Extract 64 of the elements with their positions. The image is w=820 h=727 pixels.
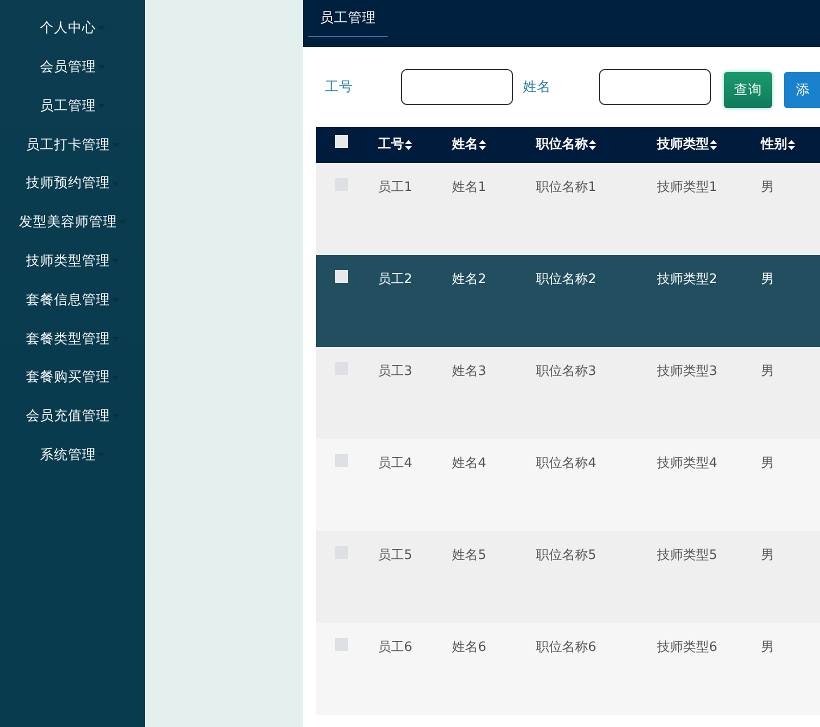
table-cell: 姓名6: [452, 640, 486, 655]
table-cell: 员工4: [378, 456, 412, 471]
table-cell: 职位名称6: [536, 640, 596, 655]
input-field[interactable]: [599, 69, 711, 105]
table-cell: 男: [761, 456, 774, 471]
highlighted-row[interactable]: 员工2 姓名2 职位名称2 技师类型2 男: [316, 255, 820, 347]
table-cell: 技师类型3: [657, 364, 718, 379]
menu-item[interactable]: 系统管理: [40, 445, 96, 466]
search-button[interactable]: 查询: [724, 72, 772, 108]
table-cell: 员工6: [378, 640, 412, 655]
column-header[interactable]: 姓名: [452, 135, 478, 155]
menu-item[interactable]: 发型美容师管理: [19, 212, 117, 232]
table-cell: 员工2: [378, 272, 412, 287]
table-cell: 姓名1: [452, 180, 486, 195]
column-header[interactable]: 职位名称: [536, 135, 588, 155]
column-header[interactable]: 工号: [378, 135, 404, 155]
table-cell: 技师类型1: [657, 180, 718, 195]
table-cell: 技师类型5: [657, 548, 718, 563]
table-cell: 男: [761, 364, 774, 379]
table-cell: 员工1: [378, 180, 412, 195]
field-label: 姓名: [523, 78, 551, 97]
table-cell: 技师类型2: [657, 272, 718, 287]
checkbox[interactable]: [335, 270, 348, 283]
sort-icon[interactable]: [788, 140, 795, 150]
table-cell: 职位名称4: [536, 456, 596, 471]
sort-icon[interactable]: [405, 140, 412, 150]
column-header[interactable]: 技师类型: [657, 135, 709, 155]
menu-item[interactable]: 个人中心: [40, 18, 96, 39]
table-cell: 员工3: [378, 364, 412, 379]
table-cell: 姓名5: [452, 548, 486, 563]
table-cell: 职位名称3: [536, 364, 596, 379]
sort-icon[interactable]: [589, 140, 596, 150]
table-cell: 职位名称5: [536, 548, 596, 563]
table-cell: 男: [761, 272, 774, 287]
input-field[interactable]: [401, 69, 513, 105]
table-cell: 职位名称2: [536, 272, 596, 287]
table-cell: 姓名2: [452, 272, 486, 287]
menu-item[interactable]: 员工管理: [40, 96, 96, 116]
sort-icon[interactable]: [479, 140, 486, 150]
add-button[interactable]: 添: [784, 72, 820, 108]
table-cell: 姓名4: [452, 456, 486, 471]
menu-item[interactable]: 会员充值管理: [26, 406, 110, 426]
menu-item[interactable]: 技师类型管理: [26, 251, 110, 272]
table-cell: 姓名3: [452, 364, 486, 379]
menu-item[interactable]: 员工打卡管理: [26, 134, 110, 155]
menu-item[interactable]: 套餐类型管理: [26, 328, 110, 349]
menu-item[interactable]: 套餐购买管理: [26, 367, 110, 388]
table-cell: 职位名称1: [536, 180, 596, 195]
field-label: 工号: [325, 78, 353, 97]
menu-item[interactable]: 套餐信息管理: [26, 290, 110, 310]
table-cell: 技师类型6: [657, 640, 718, 655]
menu-item[interactable]: 技师预约管理: [26, 173, 110, 194]
checkbox[interactable]: [335, 638, 348, 651]
sort-icon[interactable]: [710, 140, 717, 150]
menu-item[interactable]: 会员管理: [40, 57, 96, 78]
table-cell: 男: [761, 640, 774, 655]
tab[interactable]: 员工管理: [308, 0, 388, 37]
table-cell: 员工5: [378, 548, 412, 563]
table-cell: 男: [761, 180, 774, 195]
checkbox[interactable]: [335, 135, 348, 148]
checkbox[interactable]: [335, 454, 348, 467]
column-header[interactable]: 性别: [761, 135, 787, 155]
table-cell: 男: [761, 548, 774, 563]
table-cell: 技师类型4: [657, 456, 718, 471]
